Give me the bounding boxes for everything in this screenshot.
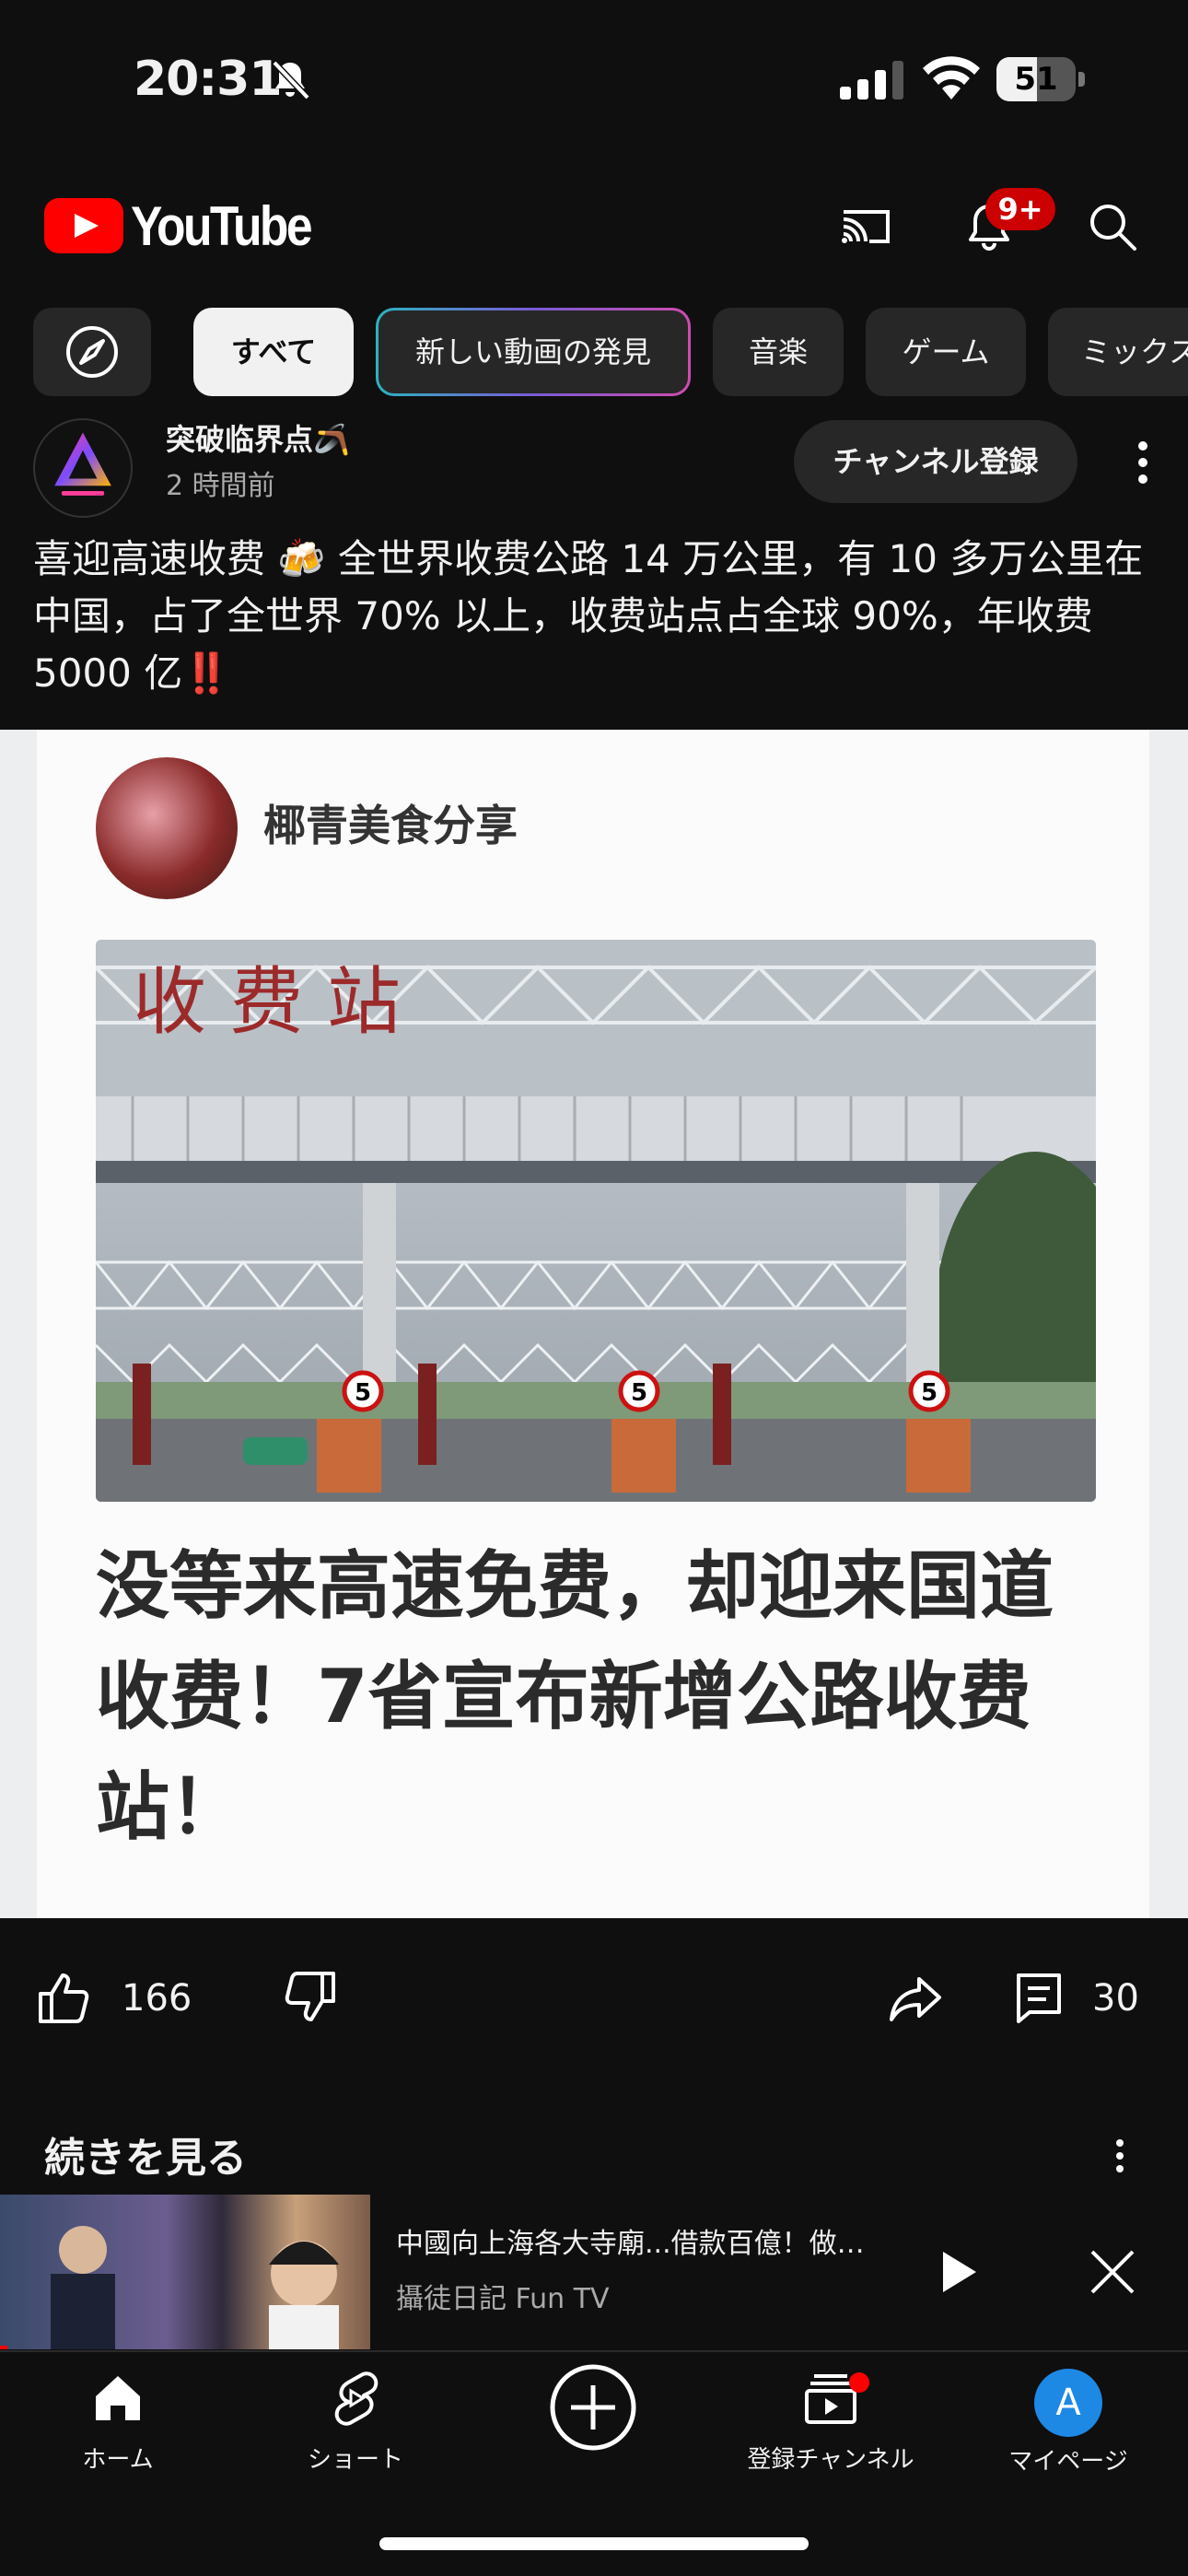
- image-source-avatar: [96, 757, 238, 899]
- wifi-icon: [923, 56, 980, 100]
- share-icon[interactable]: [886, 1968, 945, 2027]
- filter-chips-bar: すべて 新しい動画の発見 音楽 ゲーム ミックス: [0, 308, 1188, 400]
- channel-name[interactable]: 突破临界点🪃: [166, 416, 350, 459]
- shorts-icon: [334, 2371, 379, 2426]
- cast-icon[interactable]: [836, 197, 895, 256]
- post-actions-bar: 166 30: [0, 1959, 1188, 2042]
- mini-player-thumbnail[interactable]: [0, 2195, 370, 2349]
- post-time: 2 時間前: [166, 470, 275, 502]
- toll-sign-text: 收 费 站: [133, 959, 401, 1045]
- home-indicator[interactable]: [379, 2537, 809, 2550]
- explore-chip[interactable]: [33, 308, 151, 396]
- mini-player[interactable]: 中國向上海各大寺廟...借款百億！做… 攝徒日記 Fun TV: [0, 2195, 1188, 2349]
- speed-limit-sign: 5: [631, 1379, 647, 1407]
- status-bar: 20:31 51: [0, 0, 1188, 157]
- toll-station-photo: 收 费 站 5 5 5: [96, 940, 1096, 1502]
- new-content-dot: [849, 2372, 869, 2393]
- nav-my-page[interactable]: A マイページ: [958, 2369, 1179, 2507]
- channel-logo-icon: [54, 432, 111, 496]
- chip-music[interactable]: 音楽: [713, 308, 844, 396]
- nav-subscriptions[interactable]: 登録チャンネル: [720, 2369, 941, 2507]
- user-avatar: A: [1034, 2369, 1102, 2437]
- continue-more-options-icon[interactable]: [1100, 2136, 1140, 2176]
- subscribe-button[interactable]: チャンネル登録: [794, 420, 1077, 503]
- mini-player-channel: 攝徒日記 Fun TV: [396, 2283, 610, 2315]
- like-count: 166: [122, 1977, 192, 2020]
- speed-limit-sign: 5: [355, 1379, 371, 1407]
- compass-icon: [66, 326, 118, 378]
- chip-gaming[interactable]: ゲーム: [866, 308, 1026, 396]
- search-icon[interactable]: [1083, 197, 1142, 256]
- home-icon: [96, 2376, 140, 2420]
- post-text: 喜迎高速收费 🍻 全世界收费公路 14 万公里，有 10 多万公里在中国，占了全…: [33, 536, 1144, 696]
- image-headline: 没等来高速免费，却迎来国道收费！7省宣布新增公路收费站！: [96, 1543, 1054, 1850]
- nav-home[interactable]: ホーム: [7, 2369, 228, 2507]
- like-icon[interactable]: [35, 1968, 94, 2027]
- more-options-icon[interactable]: [1120, 433, 1166, 492]
- community-post-header: 突破临界点🪃 2 時間前 チャンネル登録: [0, 413, 1188, 518]
- mini-player-title[interactable]: 中國向上海各大寺廟...借款百億！做…: [396, 2220, 893, 2261]
- bell-off-icon: [272, 60, 310, 100]
- mini-player-progress: [0, 2346, 8, 2349]
- speed-limit-sign: 5: [921, 1379, 938, 1407]
- post-image[interactable]: 椰青美食分享 收 费 站 5 5 5 没等来高速免费，却迎来国道收费！7省宣布新…: [0, 730, 1188, 1918]
- chip-new-discoveries[interactable]: 新しい動画の発見: [376, 308, 691, 396]
- play-icon[interactable]: [926, 2242, 985, 2301]
- comment-count: 30: [1092, 1977, 1139, 2020]
- status-time: 20:31: [134, 52, 283, 107]
- cellular-signal-icon: [840, 61, 903, 100]
- youtube-logo[interactable]: YouTube: [44, 195, 340, 257]
- youtube-play-logo-icon: [44, 198, 123, 253]
- nav-shorts[interactable]: ショート: [245, 2369, 466, 2507]
- close-icon[interactable]: [1083, 2242, 1142, 2301]
- notification-badge: 9+: [985, 188, 1055, 230]
- dislike-icon[interactable]: [280, 1968, 339, 2027]
- create-plus-icon: [550, 2364, 636, 2451]
- channel-avatar[interactable]: [33, 418, 133, 518]
- app-header: YouTube 9+: [0, 175, 1188, 276]
- chip-mix[interactable]: ミックス: [1048, 308, 1188, 396]
- chip-all[interactable]: すべて: [193, 308, 354, 396]
- battery-indicator: 51: [996, 57, 1085, 101]
- image-source-name: 椰青美食分享: [263, 801, 518, 850]
- continue-watching-title: 続きを見る: [44, 2135, 247, 2182]
- comment-icon[interactable]: [1009, 1968, 1068, 2027]
- nav-create[interactable]: [483, 2361, 704, 2500]
